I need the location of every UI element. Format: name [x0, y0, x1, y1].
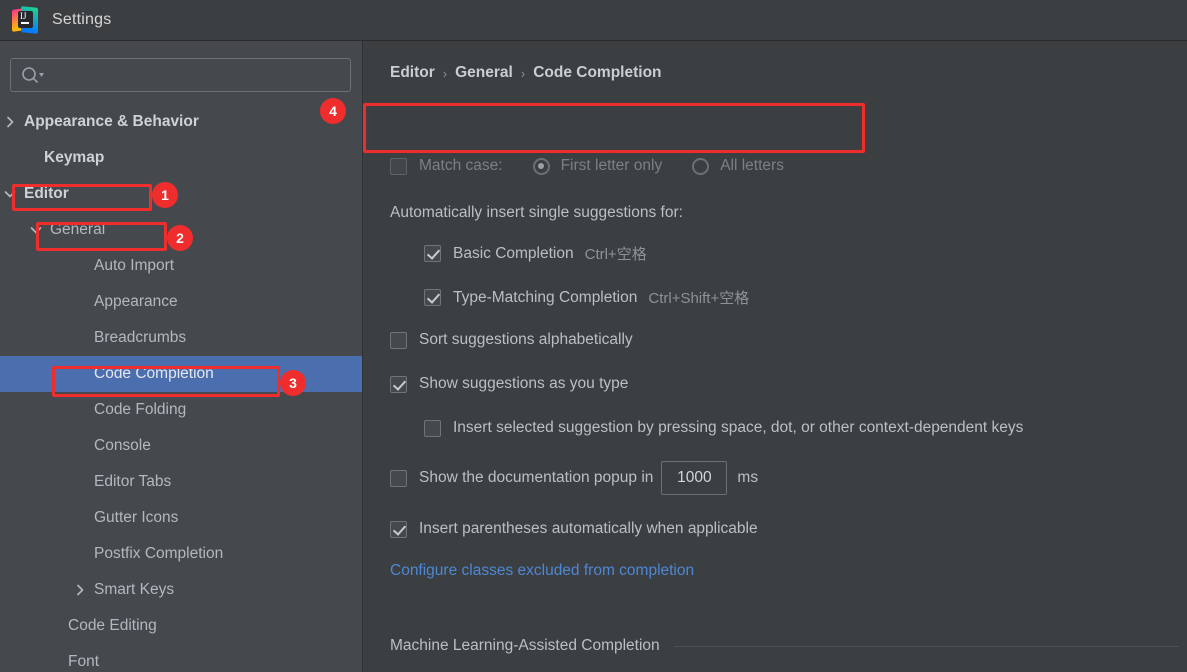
sidebar-item-code-completion[interactable]: Code Completion	[0, 356, 362, 392]
documentation-popup-row[interactable]: Show the documentation popup in ms	[390, 461, 758, 495]
type-matching-completion-checkbox[interactable]	[424, 289, 441, 306]
sidebar-item-console[interactable]: Console	[0, 428, 362, 464]
sidebar-item-label: Smart Keys	[94, 581, 175, 598]
sort-suggestions-alphabetically-checkbox[interactable]	[390, 331, 407, 349]
sidebar-item-label: Code Completion	[94, 365, 214, 382]
insert-selected-suggestion-label: Insert selected suggestion by pressing s…	[453, 419, 1024, 436]
match-case-label: Match case:	[419, 157, 503, 174]
breadcrumb-item-general[interactable]: General	[455, 64, 513, 82]
sidebar-item-code-editing[interactable]: Code Editing	[0, 608, 362, 644]
chevron-down-icon[interactable]	[2, 186, 18, 202]
sidebar-item-label: Gutter Icons	[94, 509, 179, 526]
match-case-option-first-letter[interactable]: First letter only	[532, 157, 663, 175]
insert-parentheses-checkbox[interactable]	[390, 520, 407, 538]
sidebar-item-breadcrumbs[interactable]: Breadcrumbs	[0, 320, 362, 356]
sidebar-item-label: Editor	[24, 185, 69, 202]
type-matching-completion-shortcut: Ctrl+Shift+空格	[648, 290, 750, 307]
window-titlebar: IJ Settings	[0, 0, 1187, 41]
basic-completion-shortcut: Ctrl+空格	[584, 246, 647, 263]
configure-excluded-classes-link[interactable]: Configure classes excluded from completi…	[390, 562, 694, 580]
sidebar-item-label: Appearance	[94, 293, 178, 310]
sort-suggestions-alphabetically-row[interactable]: Sort suggestions alphabetically	[390, 331, 633, 349]
insert-selected-suggestion-checkbox[interactable]	[424, 419, 441, 437]
all-letters-radio[interactable]	[692, 157, 710, 175]
basic-completion-row[interactable]: Basic Completion Ctrl+空格	[424, 243, 647, 264]
sidebar-item-font[interactable]: Font	[0, 644, 362, 672]
sort-suggestions-alphabetically-label: Sort suggestions alphabetically	[419, 331, 633, 348]
sidebar-item-label: Code Editing	[68, 617, 157, 634]
sidebar-item-gutter-icons[interactable]: Gutter Icons	[0, 500, 362, 536]
sidebar-item-editor-tabs[interactable]: Editor Tabs	[0, 464, 362, 500]
window-title: Settings	[52, 11, 112, 28]
sidebar-item-auto-import[interactable]: Auto Import	[0, 248, 362, 284]
breadcrumb: Editor › General › Code Completion	[390, 64, 662, 82]
basic-completion-label: Basic Completion	[453, 244, 574, 262]
sidebar-item-label: Appearance & Behavior	[24, 113, 199, 130]
type-matching-completion-label: Type-Matching Completion	[453, 288, 638, 306]
settings-tree[interactable]: Appearance & Behavior Keymap Editor General…	[0, 104, 362, 672]
sidebar-item-editor[interactable]: Editor	[0, 176, 362, 212]
sidebar-item-keymap[interactable]: Keymap	[0, 140, 362, 176]
breadcrumb-item-code-completion: Code Completion	[533, 64, 662, 81]
insert-parentheses-label: Insert parentheses automatically when ap…	[419, 520, 758, 537]
settings-content-pane: Editor › General › Code Completion Match…	[364, 41, 1187, 672]
annotation-badge-4: 4	[320, 98, 346, 124]
auto-insert-heading: Automatically insert single suggestions …	[390, 204, 683, 222]
breadcrumb-item-editor[interactable]: Editor	[390, 64, 435, 82]
sidebar-item-label: Font	[68, 653, 100, 670]
sidebar-item-label: Breadcrumbs	[94, 329, 187, 346]
annotation-badge-2: 2	[167, 225, 193, 251]
match-case-option-all-letters[interactable]: All letters	[692, 157, 784, 175]
ml-section-divider	[673, 645, 1179, 647]
breadcrumb-separator-icon: ›	[520, 65, 526, 81]
sidebar-item-label: Auto Import	[94, 257, 175, 274]
annotation-badge-1: 1	[152, 182, 178, 208]
ml-section-title-label: Machine Learning-Assisted Completion	[390, 637, 660, 654]
sidebar-search[interactable]	[10, 58, 351, 92]
sidebar-scrollbar-track[interactable]	[347, 110, 358, 672]
auto-insert-heading-label: Automatically insert single suggestions …	[390, 204, 683, 221]
sidebar-item-label: General	[50, 221, 106, 238]
show-suggestions-as-you-type-row[interactable]: Show suggestions as you type	[390, 375, 628, 393]
search-input[interactable]	[10, 58, 351, 92]
first-letter-only-label: First letter only	[560, 157, 663, 174]
sidebar-item-label: Keymap	[44, 149, 105, 166]
documentation-popup-unit-label: ms	[737, 469, 759, 486]
match-case-row: Match case: First letter only All letter…	[390, 157, 784, 175]
documentation-popup-label: Show the documentation popup in	[419, 469, 654, 486]
insert-parentheses-row[interactable]: Insert parentheses automatically when ap…	[390, 520, 758, 538]
chevron-right-icon[interactable]	[72, 582, 88, 598]
show-suggestions-as-you-type-checkbox[interactable]	[390, 375, 407, 393]
sidebar-item-label: Postfix Completion	[94, 545, 224, 562]
sidebar-item-label: Console	[94, 437, 151, 454]
sidebar-item-appearance-behavior[interactable]: Appearance & Behavior	[0, 104, 362, 140]
intellij-idea-logo-icon: IJ	[12, 6, 38, 34]
chevron-down-icon[interactable]	[28, 222, 44, 238]
sidebar-item-appearance[interactable]: Appearance	[0, 284, 362, 320]
breadcrumb-separator-icon: ›	[442, 65, 448, 81]
first-letter-only-radio[interactable]	[532, 157, 550, 175]
sidebar-item-label: Code Folding	[94, 401, 187, 418]
sidebar-item-postfix-completion[interactable]: Postfix Completion	[0, 536, 362, 572]
annotation-badge-3: 3	[280, 370, 306, 396]
type-matching-completion-row[interactable]: Type-Matching Completion Ctrl+Shift+空格	[424, 287, 749, 308]
documentation-popup-checkbox[interactable]	[390, 469, 407, 487]
sidebar-item-smart-keys[interactable]: Smart Keys	[0, 572, 362, 608]
basic-completion-checkbox[interactable]	[424, 245, 441, 262]
sidebar-item-label: Editor Tabs	[94, 473, 172, 490]
settings-sidebar: Appearance & Behavior Keymap Editor General…	[0, 41, 363, 672]
sidebar-item-code-folding[interactable]: Code Folding	[0, 392, 362, 428]
chevron-right-icon[interactable]	[2, 114, 18, 130]
insert-selected-suggestion-row[interactable]: Insert selected suggestion by pressing s…	[424, 419, 1023, 437]
all-letters-label: All letters	[720, 157, 784, 174]
show-suggestions-as-you-type-label: Show suggestions as you type	[419, 375, 629, 392]
ml-section-header: Machine Learning-Assisted Completion	[390, 637, 1185, 655]
documentation-popup-delay-input[interactable]	[661, 461, 728, 495]
match-case-checkbox[interactable]	[390, 157, 407, 175]
